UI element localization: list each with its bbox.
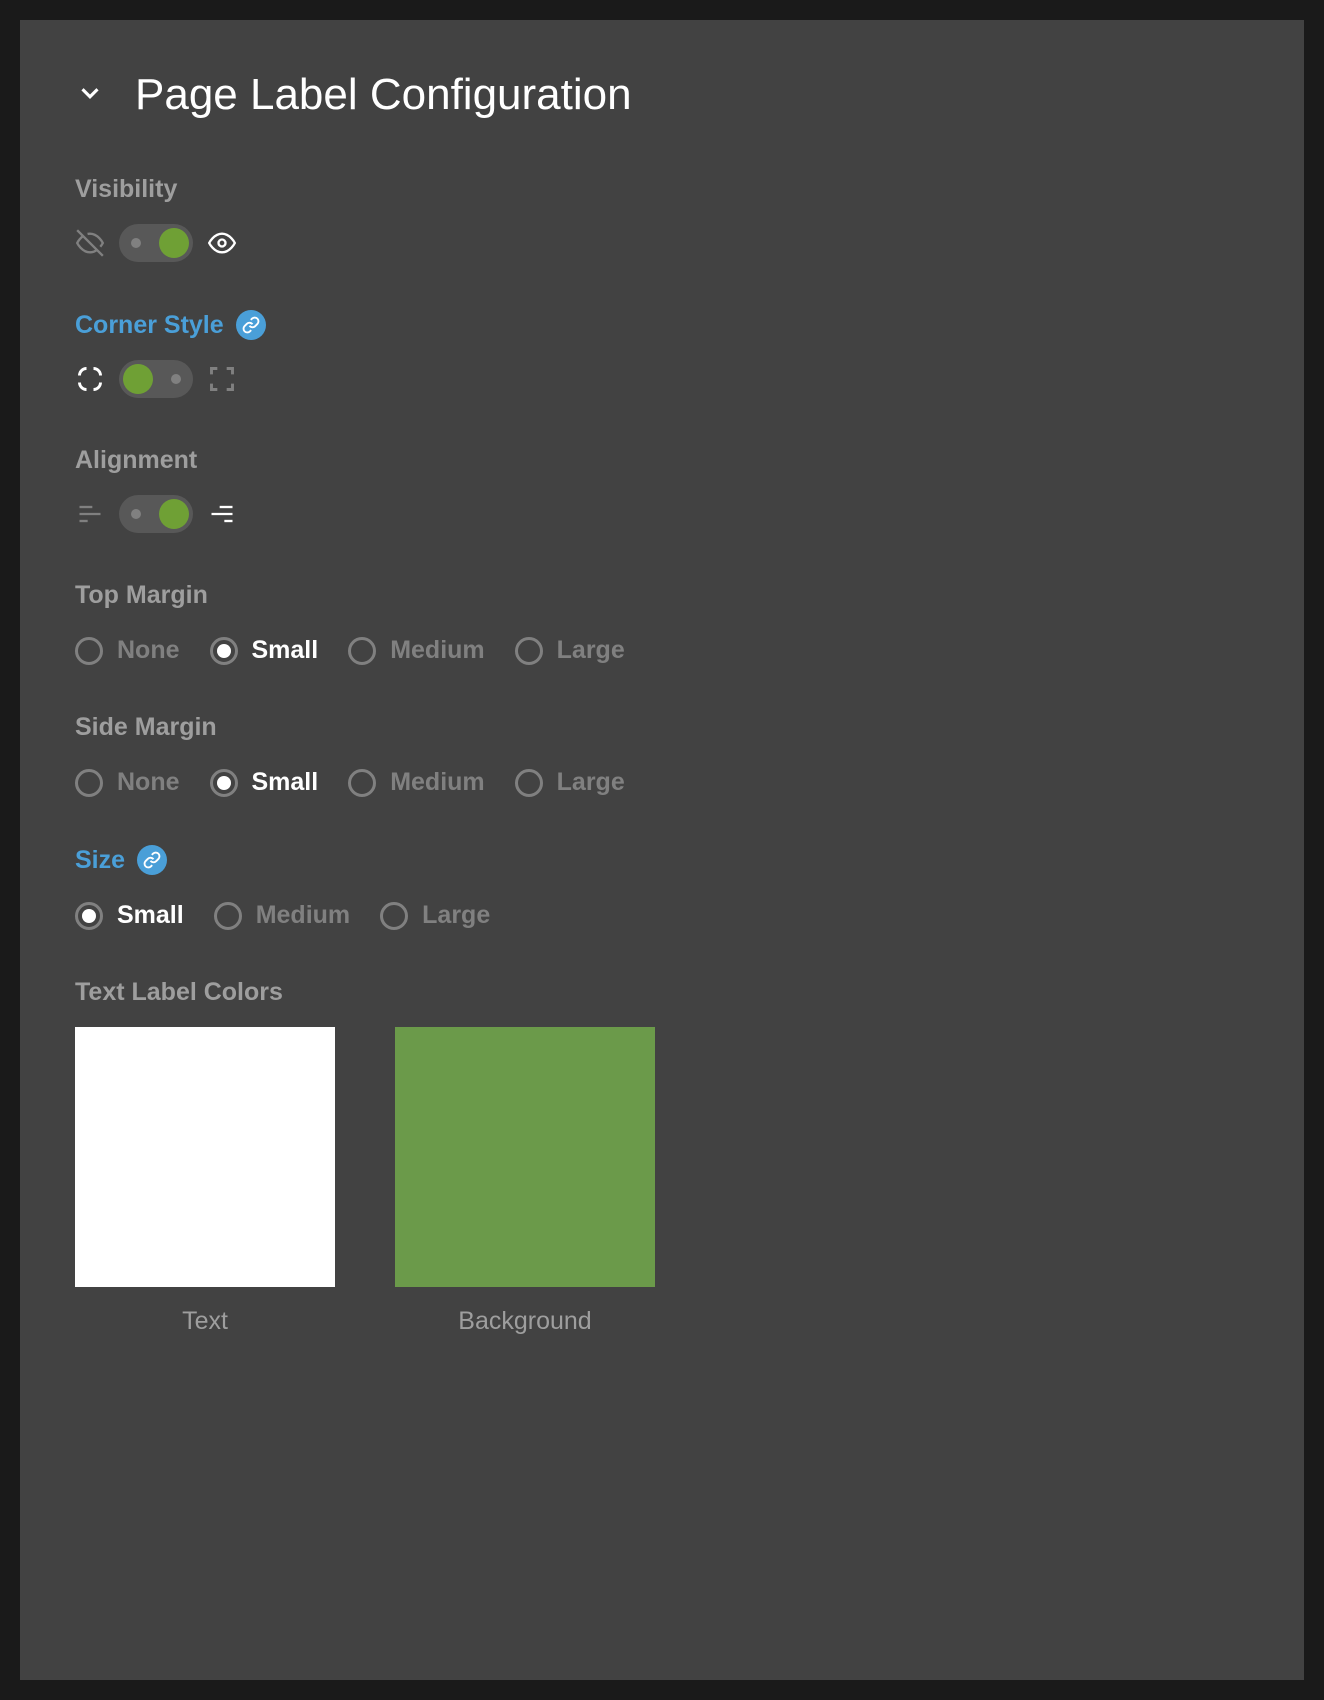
page-label-config-panel: Page Label Configuration Visibility [20,20,1304,1680]
visibility-label: Visibility [75,175,1249,204]
text-color-item: Text [75,1027,335,1336]
radio-icon [348,769,376,797]
corner-style-toggle[interactable] [119,360,193,398]
top-margin-large[interactable]: Large [515,636,625,665]
corner-style-section: Corner Style [75,310,1249,398]
visibility-toggle[interactable] [119,224,193,262]
alignment-toggle[interactable] [119,495,193,533]
alignment-label: Alignment [75,446,1249,475]
radio-icon [348,637,376,665]
visibility-section: Visibility [75,175,1249,262]
side-margin-label: Side Margin [75,713,1249,742]
top-margin-medium[interactable]: Medium [348,636,484,665]
top-margin-section: Top Margin None Small Medium Large [75,581,1249,665]
radio-icon [75,637,103,665]
radio-icon [380,902,408,930]
side-margin-none[interactable]: None [75,768,180,797]
eye-off-icon [75,228,105,258]
size-small[interactable]: Small [75,901,184,930]
rounded-corners-icon [75,364,105,394]
background-color-swatch[interactable] [395,1027,655,1287]
text-color-swatch[interactable] [75,1027,335,1287]
side-margin-small[interactable]: Small [210,768,319,797]
size-radios: Small Medium Large [75,895,1249,930]
size-medium[interactable]: Medium [214,901,350,930]
radio-icon [214,902,242,930]
text-label-colors-section: Text Label Colors Text Background [75,978,1249,1336]
panel-header[interactable]: Page Label Configuration [75,70,1249,120]
corner-style-label: Corner Style [75,310,1249,340]
radio-icon [75,902,103,930]
radio-icon [210,769,238,797]
text-color-label: Text [182,1307,228,1336]
link-icon[interactable] [137,845,167,875]
background-color-label: Background [458,1307,591,1336]
radio-icon [515,769,543,797]
top-margin-radios: None Small Medium Large [75,630,1249,665]
panel-title: Page Label Configuration [135,70,632,120]
side-margin-section: Side Margin None Small Medium Large [75,713,1249,797]
size-large[interactable]: Large [380,901,490,930]
top-margin-label: Top Margin [75,581,1249,610]
size-section: Size Small Medium Large [75,845,1249,930]
radio-icon [75,769,103,797]
radio-icon [515,637,543,665]
side-margin-radios: None Small Medium Large [75,762,1249,797]
square-corners-icon [207,364,237,394]
side-margin-large[interactable]: Large [515,768,625,797]
top-margin-small[interactable]: Small [210,636,319,665]
alignment-section: Alignment [75,446,1249,533]
eye-icon [207,228,237,258]
background-color-item: Background [395,1027,655,1336]
chevron-down-icon [75,78,105,113]
align-right-icon [207,499,237,529]
link-icon[interactable] [236,310,266,340]
align-left-icon [75,499,105,529]
size-label: Size [75,845,1249,875]
top-margin-none[interactable]: None [75,636,180,665]
radio-icon [210,637,238,665]
side-margin-medium[interactable]: Medium [348,768,484,797]
text-label-colors-label: Text Label Colors [75,978,1249,1007]
